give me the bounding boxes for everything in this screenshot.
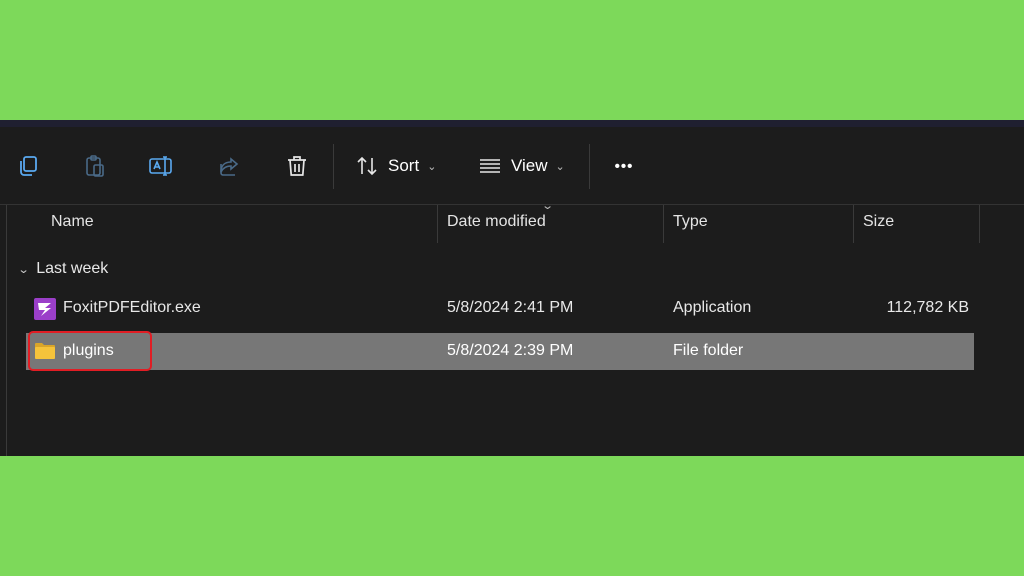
rename-icon <box>148 154 174 178</box>
share-icon <box>217 154 241 178</box>
view-icon <box>478 154 502 178</box>
chevron-down-icon: ⌄ <box>17 263 30 276</box>
file-name: FoxitPDFEditor.exe <box>63 299 201 316</box>
copy-icon <box>16 154 40 178</box>
view-button[interactable]: View ⌄ <box>478 149 565 183</box>
column-divider[interactable] <box>853 205 854 243</box>
chevron-down-icon: ⌄ <box>555 160 565 173</box>
column-header-type[interactable]: Type <box>673 213 708 231</box>
sort-label: Sort <box>388 156 420 175</box>
file-type: Application <box>673 299 752 316</box>
column-divider[interactable] <box>979 205 980 243</box>
delete-icon <box>285 154 309 178</box>
group-header-last-week[interactable]: ⌄ Last week <box>17 260 109 278</box>
file-size: 112,782 KB <box>886 299 969 316</box>
rename-button[interactable] <box>147 149 175 183</box>
sort-indicator-icon: ⌄ <box>541 200 555 212</box>
paste-icon <box>83 154 107 178</box>
foxit-app-icon <box>34 298 56 320</box>
highlight-annotation-box <box>28 331 152 371</box>
file-date-modified: 5/8/2024 2:39 PM <box>447 342 574 359</box>
file-row-selected[interactable]: plugins 5/8/2024 2:39 PM File folder <box>26 331 974 371</box>
command-bar: Sort ⌄ View ⌄ ••• <box>0 127 1024 205</box>
more-options-button[interactable]: ••• <box>611 149 637 183</box>
toolbar-separator <box>333 144 334 189</box>
sort-icon <box>355 154 379 178</box>
column-header-row: Name ⌄ Date modified Type Size <box>0 200 1024 243</box>
column-header-name[interactable]: Name <box>51 213 94 231</box>
view-label: View <box>511 156 548 175</box>
paste-button[interactable] <box>81 149 109 183</box>
chevron-down-icon: ⌄ <box>427 160 437 173</box>
column-divider[interactable] <box>663 205 664 243</box>
toolbar-separator <box>589 144 590 189</box>
group-label: Last week <box>36 260 109 277</box>
file-row[interactable]: FoxitPDFEditor.exe 5/8/2024 2:41 PM Appl… <box>26 290 974 327</box>
file-explorer-window: Sort ⌄ View ⌄ ••• Name ⌄ Date modified T… <box>0 120 1024 456</box>
share-button[interactable] <box>215 149 243 183</box>
file-date-modified: 5/8/2024 2:41 PM <box>447 299 574 316</box>
column-header-size[interactable]: Size <box>863 213 894 231</box>
sort-button[interactable]: Sort ⌄ <box>355 149 436 183</box>
file-type: File folder <box>673 342 744 359</box>
window-top-border <box>0 120 1024 127</box>
more-icon: ••• <box>614 157 634 175</box>
delete-button[interactable] <box>283 149 311 183</box>
copy-button[interactable] <box>14 149 42 183</box>
column-divider[interactable] <box>437 205 438 243</box>
column-header-date-modified[interactable]: Date modified <box>447 213 546 231</box>
navigation-pane-divider <box>6 205 7 456</box>
